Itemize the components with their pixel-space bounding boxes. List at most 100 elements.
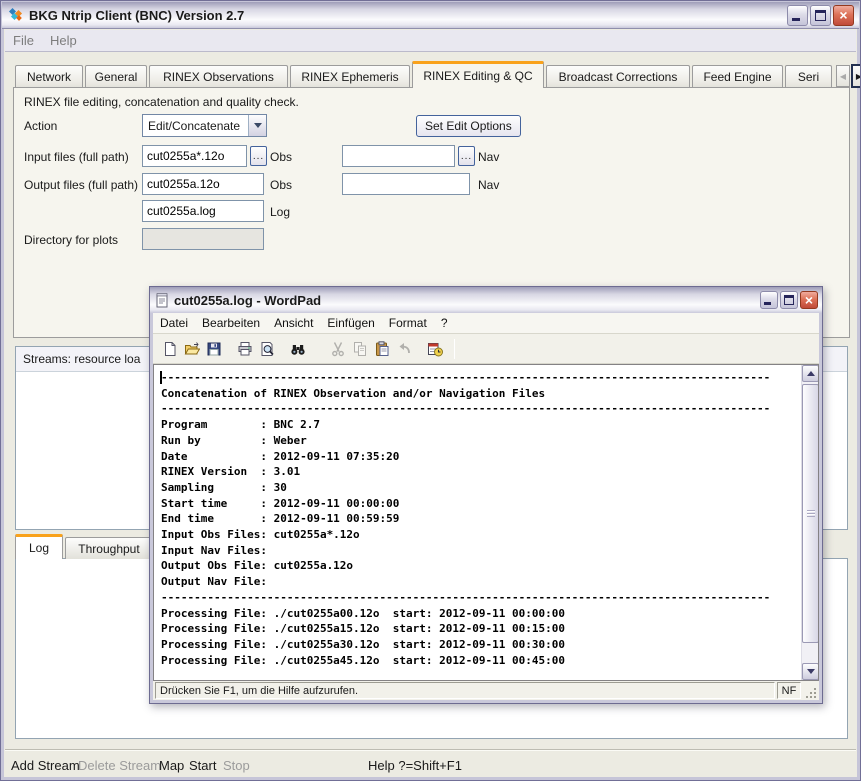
thumb-grip-icon (807, 510, 815, 517)
close-icon: × (839, 8, 847, 22)
chevron-down-icon (254, 123, 262, 128)
menu-format[interactable]: Format (382, 316, 434, 330)
menu-einfuegen[interactable]: Einfügen (320, 316, 381, 330)
wordpad-document-icon (154, 292, 170, 308)
menu-help[interactable]: Help (42, 33, 85, 48)
close-button[interactable]: × (833, 5, 854, 26)
minimize-icon (792, 18, 800, 21)
main-menubar: File Help (5, 30, 856, 52)
input-nav-browse-button[interactable]: ... (458, 146, 475, 166)
help-shortcut-label[interactable]: Help ?=Shift+F1 (368, 758, 462, 773)
wordpad-menubar: Datei Bearbeiten Ansicht Einfügen Format… (153, 313, 819, 334)
arrow-up-icon (807, 371, 815, 376)
directory-plots-label: Directory for plots (24, 233, 118, 247)
output-log-field[interactable] (142, 200, 264, 222)
action-combobox[interactable]: Edit/Concatenate (142, 114, 267, 137)
menu-bearbeiten[interactable]: Bearbeiten (195, 316, 267, 330)
main-titlebar[interactable]: BKG Ntrip Client (BNC) Version 2.7 × (2, 2, 859, 29)
bottom-tabbar: Log Throughput (15, 534, 155, 559)
copy-icon[interactable] (349, 338, 371, 360)
action-label: Action (24, 119, 57, 133)
tab-broadcast-corrections[interactable]: Broadcast Corrections (546, 65, 690, 88)
wordpad-title: cut0255a.log - WordPad (174, 293, 321, 308)
menu-file[interactable]: File (5, 33, 42, 48)
cut-icon[interactable] (327, 338, 349, 360)
set-edit-options-button[interactable]: Set Edit Options (416, 115, 521, 137)
tab-rinex-observations[interactable]: RINEX Observations (149, 65, 288, 88)
output-nav-tag: Nav (478, 178, 499, 192)
footer-separator (5, 749, 856, 751)
menu-ansicht[interactable]: Ansicht (267, 316, 320, 330)
minimize-button[interactable] (787, 5, 808, 26)
new-document-icon[interactable] (159, 338, 181, 360)
delete-stream-button[interactable]: Delete Stream (78, 758, 161, 773)
map-button[interactable]: Map (159, 758, 184, 773)
output-files-label: Output files (full path) (24, 178, 138, 192)
input-obs-browse-button[interactable]: ... (250, 146, 267, 166)
find-icon[interactable] (287, 338, 309, 360)
main-tabbar: Network General RINEX Observations RINEX… (15, 61, 861, 88)
add-stream-button[interactable]: Add Stream (11, 758, 80, 773)
tab-rinex-editing-qc[interactable]: RINEX Editing & QC (412, 61, 544, 88)
input-files-label: Input files (full path) (24, 150, 129, 164)
wordpad-minimize-button[interactable] (760, 291, 778, 309)
tab-scroll-right-icon[interactable]: ▶ (852, 65, 861, 87)
output-obs-field[interactable] (142, 173, 264, 195)
output-obs-tag: Obs (270, 178, 292, 192)
combo-dropdown-button[interactable] (248, 115, 266, 136)
menu-datei[interactable]: Datei (153, 316, 195, 330)
maximize-button[interactable] (810, 5, 831, 26)
scroll-up-button[interactable] (802, 365, 819, 382)
directory-plots-field (142, 228, 264, 250)
output-log-tag: Log (270, 205, 290, 219)
bnc-app-icon (7, 7, 23, 23)
resize-grip-icon[interactable] (803, 682, 817, 699)
input-obs-field[interactable] (142, 145, 247, 167)
undo-icon[interactable] (393, 338, 415, 360)
print-icon[interactable] (234, 338, 256, 360)
tab-serial[interactable]: Seri (785, 65, 832, 88)
open-icon[interactable] (181, 338, 203, 360)
wordpad-statusbar: Drücken Sie F1, um die Hilfe aufzurufen.… (153, 681, 819, 700)
save-icon[interactable] (203, 338, 225, 360)
arrow-down-icon (807, 669, 815, 674)
scroll-down-button[interactable] (802, 663, 819, 680)
vertical-scrollbar[interactable] (801, 365, 818, 680)
wordpad-close-button[interactable]: × (800, 291, 818, 309)
output-nav-field[interactable] (342, 173, 470, 195)
scrollbar-thumb[interactable] (802, 384, 819, 643)
tab-feed-engine[interactable]: Feed Engine (692, 65, 783, 88)
action-value: Edit/Concatenate (143, 119, 248, 133)
tab-rinex-ephemeris[interactable]: RINEX Ephemeris (290, 65, 410, 88)
wordpad-window: cut0255a.log - WordPad × Datei Bearbeite… (149, 286, 823, 704)
tab-log[interactable]: Log (15, 534, 63, 559)
document-text[interactable]: ----------------------------------------… (161, 370, 770, 668)
wordpad-titlebar[interactable]: cut0255a.log - WordPad × (150, 287, 822, 313)
input-nav-field[interactable] (342, 145, 455, 167)
stop-button[interactable]: Stop (223, 758, 250, 773)
wordpad-toolbar (153, 334, 819, 364)
start-button[interactable]: Start (189, 758, 216, 773)
tab-network[interactable]: Network (15, 65, 83, 88)
wordpad-maximize-button[interactable] (780, 291, 798, 309)
main-window-title: BKG Ntrip Client (BNC) Version 2.7 (29, 8, 244, 23)
status-message: Drücken Sie F1, um die Hilfe aufzurufen. (155, 682, 775, 699)
input-obs-tag: Obs (270, 150, 292, 164)
tab-throughput[interactable]: Throughput (65, 537, 153, 559)
tab-scroll-left-icon[interactable]: ◀ (836, 65, 850, 87)
status-numlock-indicator: NF (777, 682, 801, 699)
maximize-icon (784, 295, 794, 305)
tab-general[interactable]: General (85, 65, 147, 88)
bnc-main-window: BKG Ntrip Client (BNC) Version 2.7 × Fil… (0, 0, 861, 781)
maximize-icon (815, 10, 826, 21)
print-preview-icon[interactable] (256, 338, 278, 360)
wordpad-body: Datei Bearbeiten Ansicht Einfügen Format… (153, 313, 819, 700)
streams-header-label: Streams: resource loa (23, 352, 140, 366)
paste-icon[interactable] (371, 338, 393, 360)
panel-description: RINEX file editing, concatenation and qu… (24, 95, 299, 109)
menu-hilfe[interactable]: ? (434, 316, 455, 330)
close-icon: × (805, 293, 813, 307)
minimize-icon (764, 302, 771, 305)
date-time-icon[interactable] (424, 338, 446, 360)
input-nav-tag: Nav (478, 150, 499, 164)
